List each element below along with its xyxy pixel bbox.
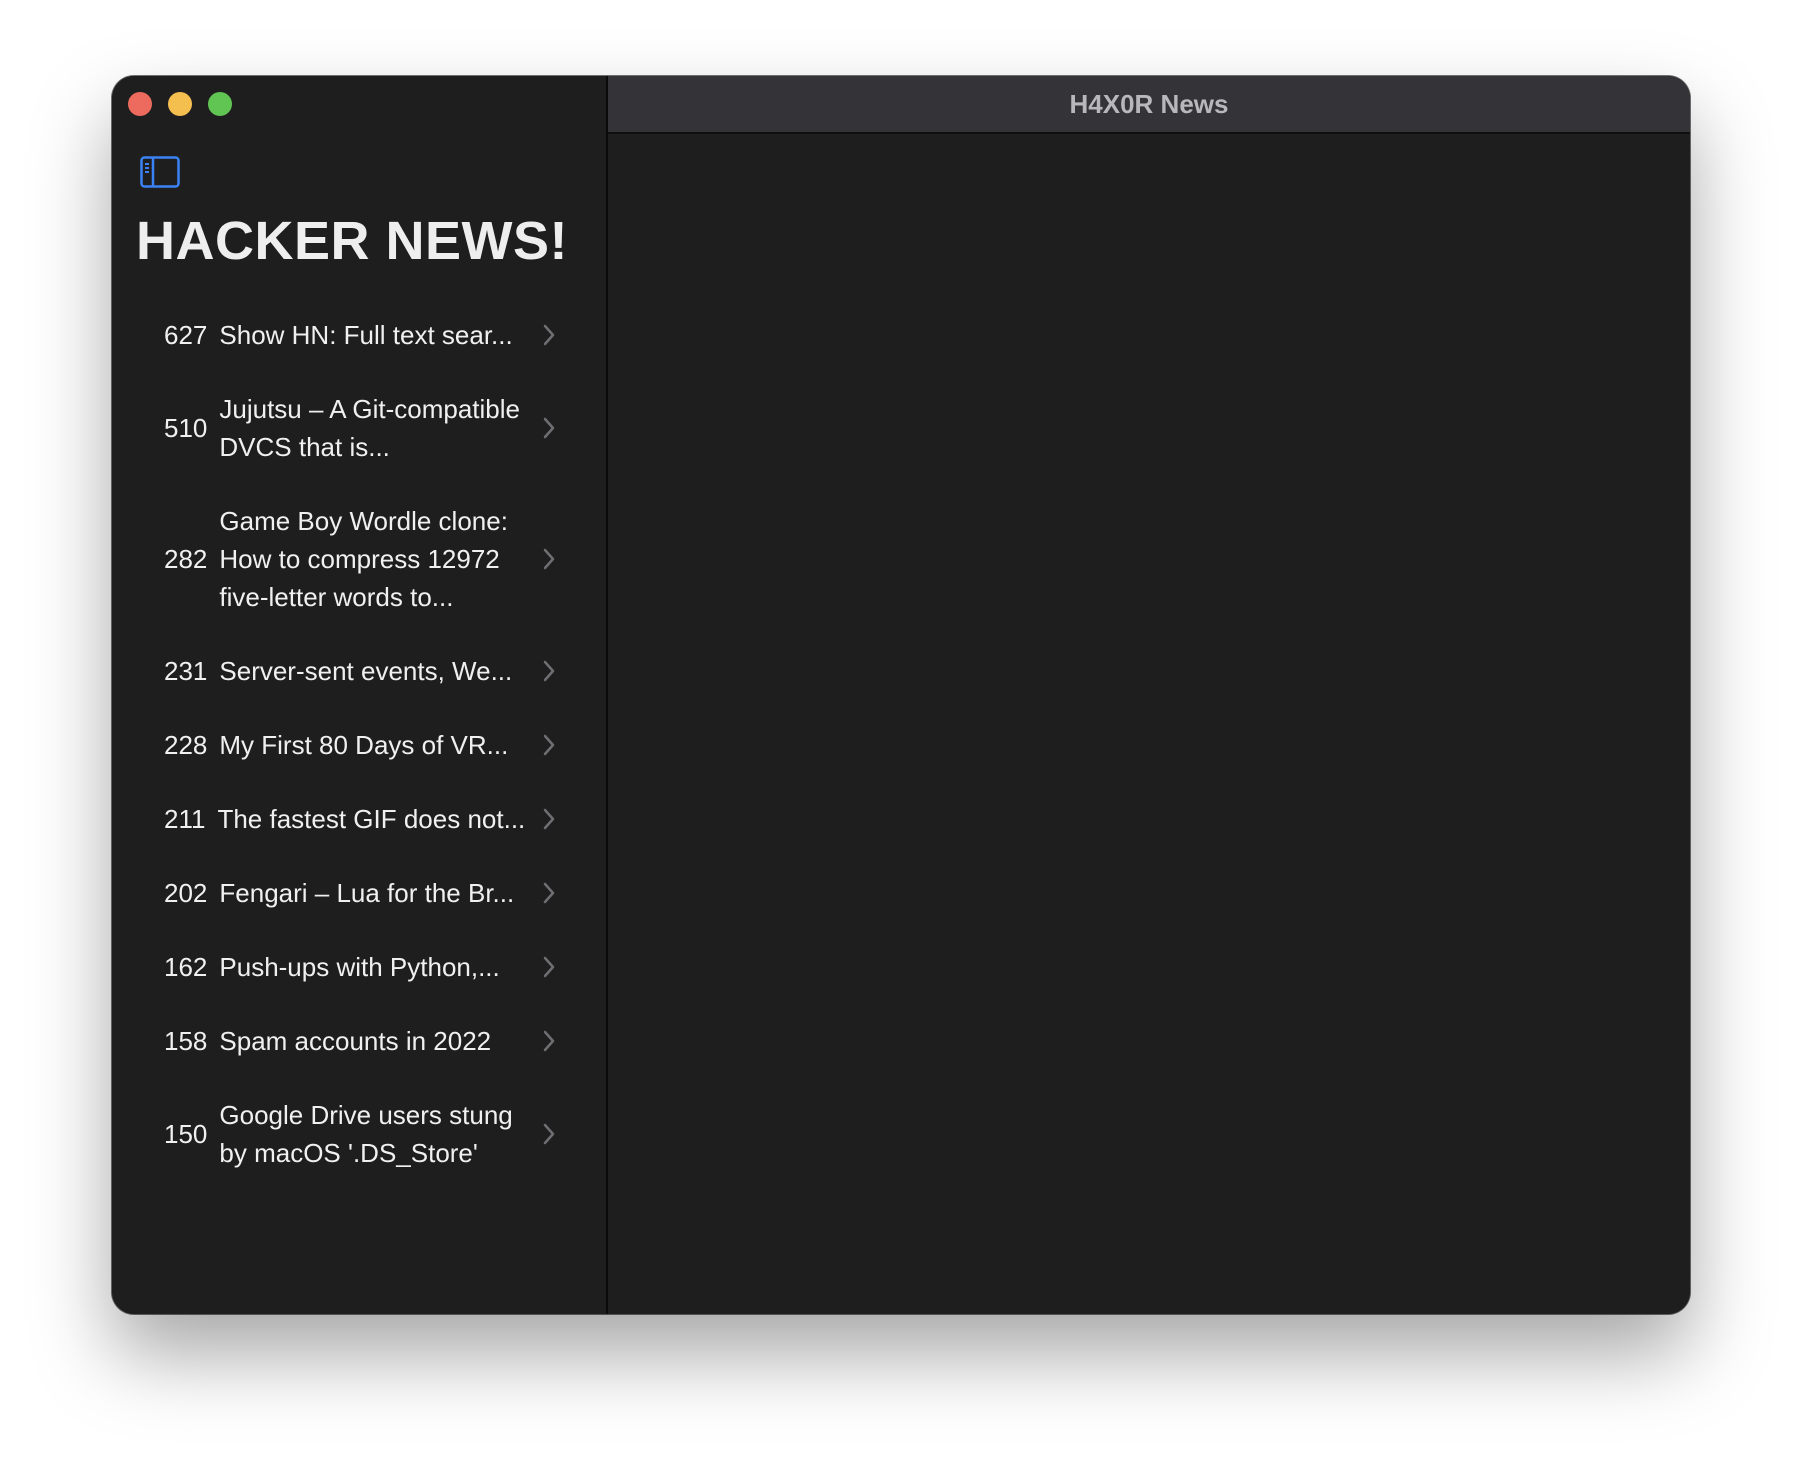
story-title: Spam accounts in 2022 — [219, 1026, 492, 1056]
chevron-right-icon — [543, 660, 555, 682]
story-title: Google Drive users stung by macOS '.DS_S… — [219, 1100, 513, 1168]
story-title: Game Boy Wordle clone: How to compress 1… — [219, 506, 508, 612]
chevron-right-icon — [543, 548, 555, 570]
story-row[interactable]: 510 Jujutsu – A Git-compatible DVCS that… — [112, 372, 606, 484]
story-points: 231 — [164, 656, 208, 686]
window-controls — [128, 92, 232, 116]
story-points: 158 — [164, 1026, 208, 1056]
story-title: Jujutsu – A Git-compatible DVCS that is.… — [219, 394, 520, 462]
story-row[interactable]: 158 Spam accounts in 2022 — [112, 1004, 606, 1078]
sidebar-toggle-button[interactable] — [140, 156, 180, 188]
story-points: 162 — [164, 952, 208, 982]
chevron-right-icon — [543, 324, 555, 346]
story-title: Push-ups with Python,... — [219, 952, 500, 982]
story-row[interactable]: 150 Google Drive users stung by macOS '.… — [112, 1078, 606, 1190]
story-row[interactable]: 162 Push-ups with Python,... — [112, 930, 606, 1004]
story-title: Server-sent events, We... — [219, 656, 513, 686]
story-list: 627 Show HN: Full text sear... 510 Jujut… — [112, 298, 606, 1190]
story-row[interactable]: 627 Show HN: Full text sear... — [112, 298, 606, 372]
chevron-right-icon — [543, 808, 555, 830]
window-title: H4X0R News — [1069, 88, 1229, 119]
chevron-right-icon — [543, 956, 555, 978]
chevron-right-icon — [543, 882, 555, 904]
story-points: 211 — [164, 804, 206, 834]
sidebar-title: HACKER NEWS! — [136, 211, 568, 271]
story-row[interactable]: 228 My First 80 Days of VR... — [112, 708, 606, 782]
story-points: 282 — [164, 544, 208, 574]
chevron-right-icon — [543, 734, 555, 756]
story-title: The fastest GIF does not... — [217, 804, 526, 834]
story-title: My First 80 Days of VR... — [219, 730, 509, 760]
story-title: Fengari – Lua for the Br... — [219, 878, 515, 908]
story-row[interactable]: 282 Game Boy Wordle clone: How to compre… — [112, 484, 606, 634]
story-points: 510 — [164, 413, 208, 443]
sidebar-toggle-icon — [140, 156, 180, 188]
story-points: 202 — [164, 878, 208, 908]
chevron-right-icon — [543, 1030, 555, 1052]
chevron-right-icon — [543, 417, 555, 439]
detail-content — [608, 134, 1690, 1314]
sidebar: HACKER NEWS! 627 Show HN: Full text sear… — [112, 76, 608, 1314]
close-window-button[interactable] — [128, 92, 152, 116]
story-row[interactable]: 231 Server-sent events, We... — [112, 634, 606, 708]
story-row[interactable]: 211 The fastest GIF does not... — [112, 782, 606, 856]
detail-pane: H4X0R News — [608, 76, 1690, 1314]
window-titlebar: H4X0R News — [608, 76, 1690, 134]
app-window: HACKER NEWS! 627 Show HN: Full text sear… — [112, 76, 1690, 1314]
chevron-right-icon — [543, 1123, 555, 1145]
story-points: 228 — [164, 730, 208, 760]
minimize-window-button[interactable] — [168, 92, 192, 116]
zoom-window-button[interactable] — [208, 92, 232, 116]
story-points: 627 — [164, 320, 208, 350]
story-row[interactable]: 202 Fengari – Lua for the Br... — [112, 856, 606, 930]
story-title: Show HN: Full text sear... — [219, 320, 513, 350]
story-points: 150 — [164, 1119, 208, 1149]
